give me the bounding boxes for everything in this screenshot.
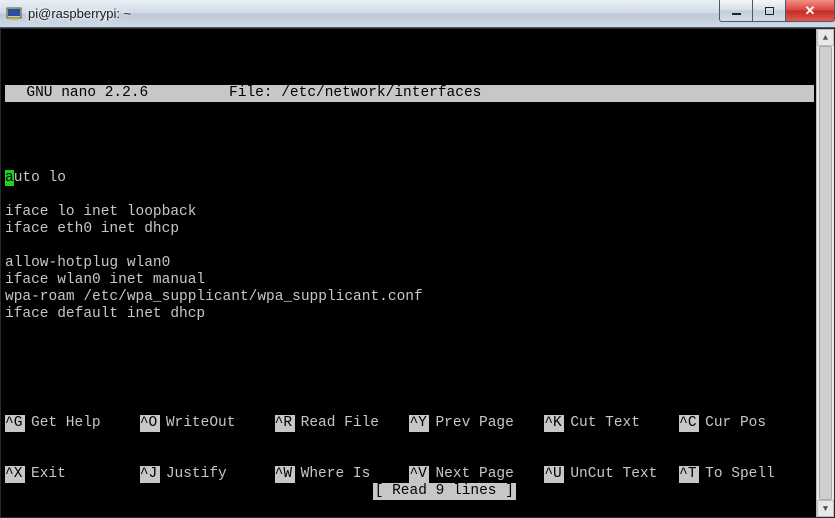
nano-help-label: Next Page <box>429 466 513 483</box>
nano-help-label: Cur Pos <box>699 415 766 432</box>
window-title: pi@raspberrypi: ~ <box>28 6 131 21</box>
nano-help-key: ^R <box>275 415 295 432</box>
nano-help-label: Where Is <box>295 466 371 483</box>
scroll-down-button[interactable]: ▼ <box>817 500 834 517</box>
nano-help-label: Prev Page <box>429 415 513 432</box>
nano-help-key: ^J <box>140 466 160 483</box>
buffer-line[interactable]: iface wlan0 inet manual <box>5 272 814 289</box>
buffer-line[interactable]: allow-hotplug wlan0 <box>5 255 814 272</box>
maximize-button[interactable] <box>752 0 786 22</box>
nano-help-item: ^YPrev Page <box>409 415 544 432</box>
nano-help-label: Read File <box>295 415 379 432</box>
nano-help-item: ^GGet Help <box>5 415 140 432</box>
nano-help-key: ^V <box>409 466 429 483</box>
nano-help-key: ^W <box>275 466 295 483</box>
nano-help-item: ^RRead File <box>275 415 410 432</box>
buffer-line[interactable]: wpa-roam /etc/wpa_supplicant/wpa_supplic… <box>5 289 814 306</box>
titlebar[interactable]: pi@raspberrypi: ~ ✕ <box>0 0 835 28</box>
nano-help-item: ^XExit <box>5 466 140 483</box>
putty-icon <box>6 6 22 22</box>
buffer-line[interactable]: auto lo <box>5 170 814 187</box>
nano-help-key: ^G <box>5 415 25 432</box>
nano-help-key: ^O <box>140 415 160 432</box>
window-controls: ✕ <box>720 0 835 22</box>
nano-help-item: ^VNext Page <box>409 466 544 483</box>
nano-help-item: ^CCur Pos <box>679 415 814 432</box>
minimize-button[interactable] <box>719 0 753 22</box>
close-button[interactable]: ✕ <box>785 0 835 22</box>
buffer-line[interactable]: iface default inet dhcp <box>5 306 814 323</box>
nano-help-label: Cut Text <box>564 415 640 432</box>
nano-help-key: ^C <box>679 415 699 432</box>
buffer-line[interactable]: iface lo inet loopback <box>5 204 814 221</box>
buffer-line[interactable] <box>5 238 814 255</box>
nano-help-item: ^OWriteOut <box>140 415 275 432</box>
nano-help-item: ^JJustify <box>140 466 275 483</box>
nano-help-label: WriteOut <box>160 415 236 432</box>
scrollbar[interactable]: ▲ ▼ <box>816 29 834 517</box>
nano-help-label: Justify <box>160 466 227 483</box>
nano-help-item: ^TTo Spell <box>679 466 814 483</box>
scroll-thumb[interactable] <box>819 46 832 500</box>
nano-filepath: File: /etc/network/interfaces <box>229 85 810 102</box>
nano-help-label: UnCut Text <box>564 466 657 483</box>
nano-help-key: ^X <box>5 466 25 483</box>
nano-help-label: Exit <box>25 466 66 483</box>
nano-help-key: ^K <box>544 415 564 432</box>
nano-buffer[interactable]: auto lo iface lo inet loopbackiface eth0 … <box>5 153 814 323</box>
nano-help-label: Get Help <box>25 415 101 432</box>
nano-help-item: ^UUnCut Text <box>544 466 679 483</box>
nano-help-key: ^Y <box>409 415 429 432</box>
nano-help-label: To Spell <box>699 466 775 483</box>
nano-help-item: ^WWhere Is <box>275 466 410 483</box>
scroll-up-button[interactable]: ▲ <box>817 29 834 46</box>
terminal-client: GNU nano 2.2.6 File: /etc/network/interf… <box>0 28 835 518</box>
putty-window: pi@raspberrypi: ~ ✕ GNU nano 2.2.6 File:… <box>0 0 835 518</box>
nano-title: GNU nano 2.2.6 <box>9 85 229 102</box>
nano-header: GNU nano 2.2.6 File: /etc/network/interf… <box>5 85 814 102</box>
buffer-line[interactable] <box>5 187 814 204</box>
terminal[interactable]: GNU nano 2.2.6 File: /etc/network/interf… <box>5 34 814 517</box>
nano-help-key: ^U <box>544 466 564 483</box>
nano-help: ^GGet Help^OWriteOut^RRead File^YPrev Pa… <box>5 381 814 517</box>
buffer-line[interactable]: iface eth0 inet dhcp <box>5 221 814 238</box>
nano-help-item: ^KCut Text <box>544 415 679 432</box>
cursor: a <box>5 170 14 186</box>
nano-help-key: ^T <box>679 466 699 483</box>
